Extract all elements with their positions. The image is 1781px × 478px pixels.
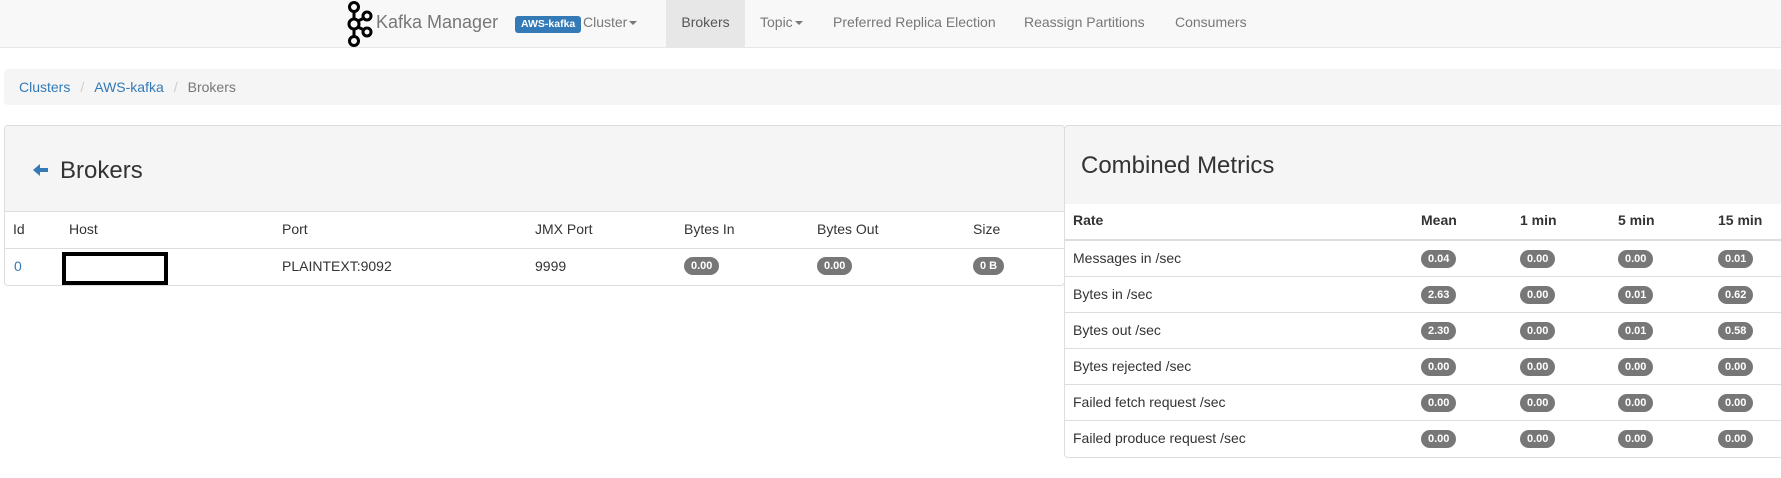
back-arrow-icon[interactable]: [33, 164, 49, 176]
column-header-bytes-in: Bytes In: [684, 221, 735, 237]
nav-cluster-dropdown[interactable]: Cluster: [583, 0, 638, 47]
metric-1min-badge: 0.00: [1520, 250, 1556, 268]
metric-1min-badge: 0.00: [1520, 322, 1556, 340]
metrics-row: Messages in /sec 0.04 0.00 0.00 0.01: [1065, 240, 1781, 276]
metrics-panel-heading: Combined Metrics: [1065, 126, 1781, 204]
caret-down-icon: [629, 21, 638, 26]
brand-title: Kafka Manager: [376, 11, 499, 32]
metric-mean-badge: 0.00: [1421, 430, 1457, 448]
metrics-row: Bytes out /sec 2.30 0.00 0.01 0.58: [1065, 312, 1781, 348]
column-header-5min: 5 min: [1618, 212, 1655, 228]
metrics-row: Failed fetch request /sec 0.00 0.00 0.00…: [1065, 384, 1781, 420]
metric-rate-label: Bytes out /sec: [1073, 322, 1161, 338]
metric-1min-badge: 0.00: [1520, 358, 1556, 376]
metric-15min-badge: 0.00: [1718, 394, 1754, 412]
metric-mean-badge: 0.00: [1421, 394, 1457, 412]
metric-5min-badge: 0.00: [1618, 250, 1654, 268]
column-header-15min: 15 min: [1718, 212, 1763, 228]
metric-mean-badge: 0.00: [1421, 358, 1457, 376]
metrics-row: Bytes in /sec 2.63 0.00 0.01 0.62: [1065, 276, 1781, 312]
nav-brokers[interactable]: Brokers: [666, 0, 745, 47]
nav-consumers-label: Consumers: [1175, 14, 1247, 30]
breadcrumb-clusters-link[interactable]: Clusters: [19, 79, 70, 95]
metric-mean-badge: 2.63: [1421, 286, 1457, 304]
breadcrumb-separator: /: [80, 79, 85, 95]
brokers-panel: Brokers Id Host Port JMX Port Bytes In B…: [4, 125, 1065, 286]
metric-5min-badge: 0.00: [1618, 358, 1654, 376]
metrics-row: Failed produce request /sec 0.00 0.00 0.…: [1065, 420, 1781, 456]
breadcrumb-cluster-link[interactable]: AWS-kafka: [94, 79, 164, 95]
broker-size-badge: 0 B: [973, 257, 1005, 275]
broker-bytes-out-badge: 0.00: [817, 257, 853, 275]
column-header-jmx-port: JMX Port: [535, 221, 593, 237]
brokers-title: Brokers: [60, 157, 143, 184]
metric-1min-badge: 0.00: [1520, 430, 1556, 448]
nav-preferred-replica-election[interactable]: Preferred Replica Election: [833, 0, 996, 47]
broker-port: PLAINTEXT:9092: [282, 258, 392, 274]
nav-cluster-label: Cluster: [583, 14, 628, 30]
metric-1min-badge: 0.00: [1520, 286, 1556, 304]
column-header-bytes-out: Bytes Out: [817, 221, 879, 237]
metrics-row: Bytes rejected /sec 0.00 0.00 0.00 0.00: [1065, 348, 1781, 384]
column-header-rate: Rate: [1073, 212, 1104, 228]
caret-down-icon: [794, 21, 803, 26]
table-divider: [5, 248, 1064, 249]
broker-host-redacted: [62, 252, 168, 285]
metric-mean-badge: 2.30: [1421, 322, 1457, 340]
breadcrumb-current: Brokers: [187, 79, 236, 95]
column-header-port: Port: [282, 221, 308, 237]
broker-jmx-port: 9999: [535, 258, 567, 274]
cluster-badge: AWS-kafka: [515, 16, 582, 33]
metric-15min-badge: 0.62: [1718, 286, 1754, 304]
kafka-logo-icon: [347, 1, 373, 47]
nav-preferred-replica-election-label: Preferred Replica Election: [833, 14, 996, 30]
column-header-1min: 1 min: [1520, 212, 1557, 228]
nav-topic-label: Topic: [760, 14, 793, 30]
metric-mean-badge: 0.04: [1421, 250, 1457, 268]
column-header-host: Host: [69, 221, 98, 237]
column-header-size: Size: [973, 221, 1001, 237]
column-header-id: Id: [13, 221, 25, 237]
broker-bytes-in-badge: 0.00: [684, 257, 720, 275]
metric-5min-badge: 0.01: [1618, 286, 1654, 304]
metric-15min-badge: 0.00: [1718, 430, 1754, 448]
nav-reassign-partitions[interactable]: Reassign Partitions: [1024, 0, 1145, 47]
column-header-mean: Mean: [1421, 212, 1457, 228]
metric-5min-badge: 0.01: [1618, 322, 1654, 340]
brand[interactable]: Kafka Manager: [344, 0, 498, 48]
metrics-title: Combined Metrics: [1081, 152, 1275, 179]
broker-id-link[interactable]: 0: [14, 258, 22, 274]
metric-rate-label: Failed produce request /sec: [1073, 430, 1246, 446]
brokers-panel-heading: Brokers: [5, 126, 1064, 212]
metric-rate-label: Failed fetch request /sec: [1073, 394, 1226, 410]
metric-rate-label: Bytes rejected /sec: [1073, 358, 1192, 374]
metric-1min-badge: 0.00: [1520, 394, 1556, 412]
metric-15min-badge: 0.00: [1718, 358, 1754, 376]
breadcrumb-separator: /: [173, 79, 178, 95]
nav-reassign-partitions-label: Reassign Partitions: [1024, 14, 1145, 30]
metric-rate-label: Messages in /sec: [1073, 250, 1182, 266]
nav-topic-dropdown[interactable]: Topic: [760, 0, 803, 47]
metric-15min-badge: 0.01: [1718, 250, 1754, 268]
metric-5min-badge: 0.00: [1618, 430, 1654, 448]
nav-brokers-label: Brokers: [681, 14, 730, 30]
metric-15min-badge: 0.58: [1718, 322, 1754, 340]
breadcrumb: Clusters / AWS-kafka / Brokers: [4, 69, 1781, 105]
top-navbar: Kafka Manager AWS-kafka Cluster Brokers …: [0, 0, 1781, 48]
nav-consumers[interactable]: Consumers: [1175, 0, 1247, 47]
metric-5min-badge: 0.00: [1618, 394, 1654, 412]
combined-metrics-panel: Combined Metrics Rate Mean 1 min 5 min 1…: [1064, 125, 1781, 458]
metric-rate-label: Bytes in /sec: [1073, 286, 1153, 302]
